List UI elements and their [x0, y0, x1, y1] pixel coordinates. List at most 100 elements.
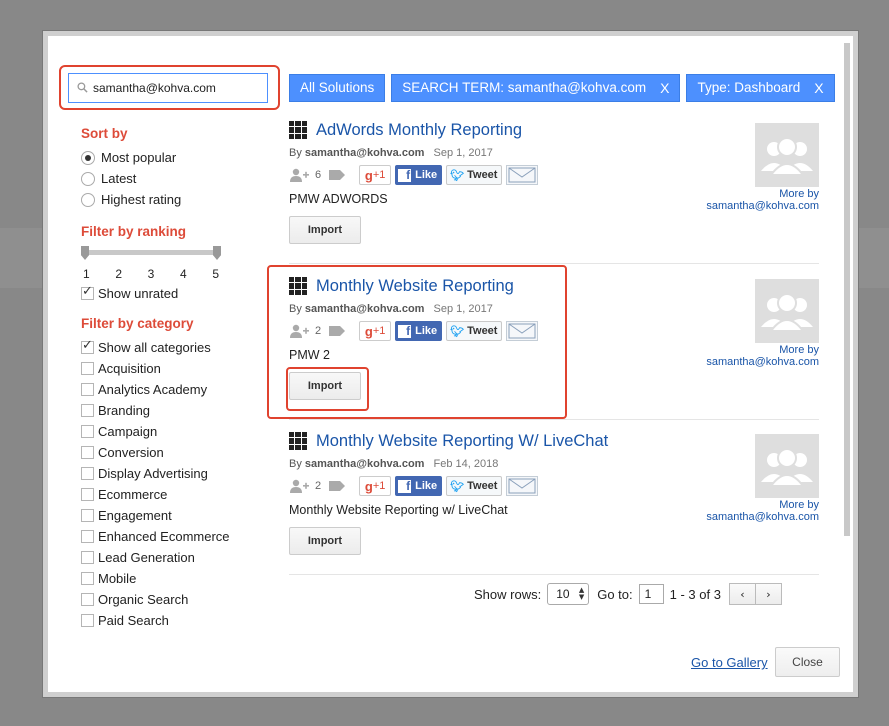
checkbox[interactable] [81, 362, 94, 375]
category-item[interactable]: Lead Generation [81, 547, 271, 568]
chip-remove-button[interactable]: X [660, 74, 669, 102]
radio[interactable] [81, 192, 95, 207]
users-icon [290, 479, 309, 493]
facebook-like-button[interactable]: f Like [395, 476, 443, 496]
group-avatar-icon [761, 448, 813, 487]
slider-handle-min[interactable] [81, 246, 89, 260]
author-name: samantha@kohva.com [304, 458, 425, 470]
checkbox[interactable] [81, 551, 94, 564]
chip-label: All Solutions [300, 80, 375, 95]
category-label: Acquisition [98, 361, 161, 376]
dialog-scrollbar[interactable] [844, 43, 850, 536]
sort-option-most-popular[interactable]: Most popular [81, 147, 271, 168]
category-label: Lead Generation [98, 550, 195, 565]
category-item[interactable]: Organic Search [81, 589, 271, 610]
search-highlight [59, 65, 280, 110]
checkbox[interactable] [81, 404, 94, 417]
ranking-ticks: 1 2 3 4 5 [81, 267, 221, 281]
more-by-link[interactable]: More by samantha@kohva.com [706, 499, 819, 523]
checkbox[interactable] [81, 383, 94, 396]
slider-handle-max[interactable] [213, 246, 221, 260]
checkbox[interactable] [81, 425, 94, 438]
checkbox[interactable] [81, 509, 94, 522]
radio-selected[interactable] [81, 150, 95, 165]
user-count: 6 [315, 169, 322, 181]
more-by-author: samantha@kohva.com [706, 200, 819, 212]
checkbox[interactable] [81, 530, 94, 543]
category-item[interactable]: Conversion [81, 442, 271, 463]
go-to-gallery-link[interactable]: Go to Gallery [691, 655, 768, 670]
chip-all-solutions[interactable]: All Solutions [289, 74, 386, 102]
chip-type-dashboard[interactable]: Type: Dashboard X [686, 74, 835, 102]
avatar [755, 279, 819, 343]
avatar [755, 434, 819, 498]
email-share-button[interactable] [506, 165, 539, 185]
category-item[interactable]: Analytics Academy [81, 379, 271, 400]
tweet-button[interactable]: 🐦︎ Tweet [446, 165, 503, 185]
email-share-button[interactable] [506, 476, 539, 496]
category-label: Display Advertising [98, 466, 208, 481]
category-item[interactable]: Acquisition [81, 358, 271, 379]
ranking-slider[interactable] [81, 245, 221, 265]
import-button[interactable]: Import [289, 216, 361, 244]
show-unrated-checkbox[interactable]: Show unrated [81, 283, 271, 304]
checkbox[interactable] [81, 593, 94, 606]
category-item[interactable]: Campaign [81, 421, 271, 442]
result-title-link[interactable]: Monthly Website Reporting W/ LiveChat [316, 432, 608, 451]
tick-label: 4 [179, 267, 187, 281]
category-item[interactable]: Branding [81, 400, 271, 421]
rows-select[interactable]: 10 ▲ ▼ [547, 583, 590, 605]
category-show-all[interactable]: Show all categories [81, 337, 271, 358]
checkbox[interactable] [81, 572, 94, 585]
sort-option-label: Most popular [101, 150, 177, 165]
gallery-dialog: Sort by Most popular Latest Highest rati… [43, 31, 858, 697]
sort-option-label: Latest [101, 171, 137, 186]
google-plus-button[interactable]: g +1 [359, 476, 392, 496]
checkbox-checked[interactable] [81, 338, 94, 354]
checkbox[interactable] [81, 614, 94, 627]
sort-option-highest-rating[interactable]: Highest rating [81, 189, 271, 210]
category-item[interactable]: Enhanced Ecommerce [81, 526, 271, 547]
result-title-link[interactable]: AdWords Monthly Reporting [316, 121, 522, 140]
category-label: Engagement [98, 508, 172, 523]
chip-label: SEARCH TERM: samantha@kohva.com [402, 80, 647, 95]
category-item[interactable]: Display Advertising [81, 463, 271, 484]
checkbox[interactable] [81, 446, 94, 459]
next-page-button[interactable]: › [754, 583, 782, 605]
category-item[interactable]: Ecommerce [81, 484, 271, 505]
category-item[interactable]: Engagement [81, 505, 271, 526]
page-range: 1 - 3 of 3 [669, 586, 721, 602]
more-by-label: More by [779, 344, 819, 356]
chip-remove-button[interactable]: X [814, 74, 823, 102]
search-input[interactable] [93, 78, 263, 98]
category-item[interactable]: Mobile [81, 568, 271, 589]
search-field[interactable] [68, 73, 268, 103]
result-actions: 6 g +1 f Like 🐦︎ Tweet [289, 164, 819, 186]
filter-panel[interactable]: Sort by Most popular Latest Highest rati… [81, 126, 271, 632]
result-item: AdWords Monthly Reporting By samantha@ko… [289, 118, 819, 264]
facebook-like-button[interactable]: f Like [395, 165, 443, 185]
radio[interactable] [81, 171, 95, 186]
more-by-link[interactable]: More by samantha@kohva.com [706, 344, 819, 368]
tick-label: 3 [147, 267, 155, 281]
category-item[interactable]: Paid Search [81, 610, 271, 631]
tweet-button[interactable]: 🐦︎ Tweet [446, 476, 503, 496]
pagination: Show rows: 10 ▲ ▼ Go to: 1 1 - 3 of 3 ‹ › [474, 583, 782, 605]
prev-page-button[interactable]: ‹ [728, 583, 756, 605]
more-by-link[interactable]: More by samantha@kohva.com [706, 188, 819, 212]
avatar [755, 123, 819, 187]
checkbox[interactable] [81, 467, 94, 480]
sort-option-latest[interactable]: Latest [81, 168, 271, 189]
import-button[interactable]: Import [289, 527, 361, 555]
google-plus-button[interactable]: g +1 [359, 165, 392, 185]
tick-label: 5 [212, 267, 219, 281]
checkbox-checked[interactable] [81, 284, 94, 300]
goto-page-input[interactable]: 1 [638, 584, 664, 604]
category-label: Campaign [98, 424, 158, 439]
envelope-icon [508, 167, 536, 183]
close-button[interactable]: Close [775, 647, 840, 677]
category-label: Enhanced Ecommerce [98, 529, 230, 544]
goto-label: Go to: [597, 586, 633, 602]
chip-search-term[interactable]: SEARCH TERM: samantha@kohva.com X [391, 74, 681, 102]
checkbox[interactable] [81, 488, 94, 501]
